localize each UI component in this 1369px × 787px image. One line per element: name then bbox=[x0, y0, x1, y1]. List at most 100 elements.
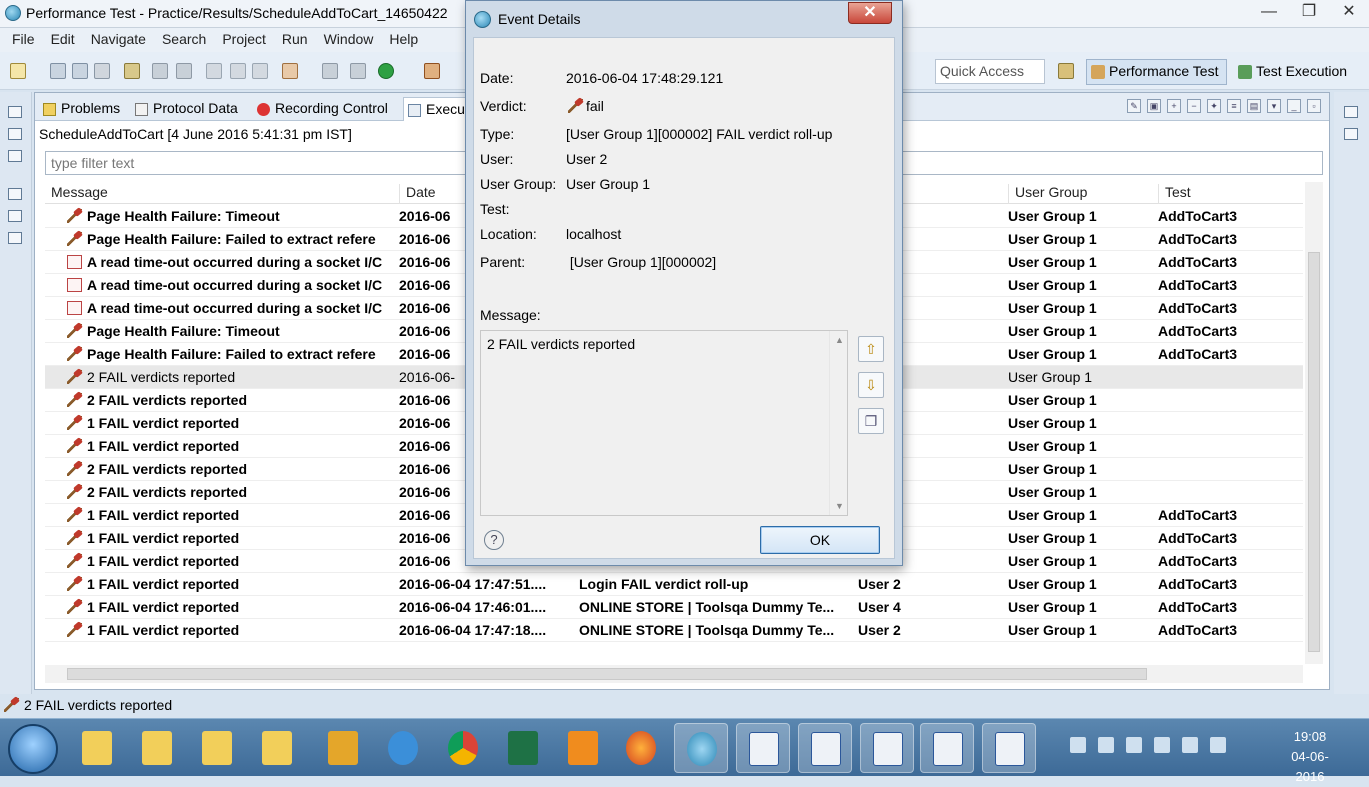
collapse-all-icon[interactable]: − bbox=[1187, 99, 1201, 113]
restore-icon[interactable] bbox=[8, 188, 22, 200]
previous-event-button[interactable]: ⇧ bbox=[858, 336, 884, 362]
view-icon[interactable] bbox=[8, 128, 22, 140]
taskbar-word-5[interactable] bbox=[982, 723, 1036, 773]
tab-execution[interactable]: Execu bbox=[403, 97, 467, 121]
export-icon[interactable]: ▤ bbox=[1247, 99, 1261, 113]
stop-icon[interactable] bbox=[176, 63, 192, 79]
taskbar-excel[interactable] bbox=[496, 723, 550, 773]
clock[interactable]: 19:08 04-06-2016 bbox=[1280, 727, 1340, 787]
layout-icon[interactable]: ≡ bbox=[1227, 99, 1241, 113]
action-center-icon[interactable] bbox=[1126, 737, 1142, 753]
menu-navigate[interactable]: Navigate bbox=[83, 28, 154, 52]
start-button[interactable] bbox=[8, 724, 58, 774]
table-row[interactable]: 1 FAIL verdict reported 2016-06-04 17:47:… bbox=[45, 573, 1303, 596]
maximize-button[interactable]: ❐ bbox=[1289, 0, 1329, 24]
taskbar-folder[interactable] bbox=[70, 723, 124, 773]
view-menu-icon[interactable]: ▾ bbox=[1267, 99, 1281, 113]
taskbar-ie[interactable] bbox=[376, 723, 430, 773]
next-event-button[interactable]: ⇩ bbox=[858, 372, 884, 398]
filter-icon[interactable]: ✦ bbox=[1207, 99, 1221, 113]
save-all-icon[interactable] bbox=[72, 63, 88, 79]
taskbar-firefox[interactable] bbox=[614, 723, 668, 773]
restore-icon[interactable] bbox=[8, 106, 22, 118]
taskbar-word-1[interactable] bbox=[736, 723, 790, 773]
copy-button[interactable]: ❐ bbox=[858, 408, 884, 434]
save-icon[interactable] bbox=[50, 63, 66, 79]
message-textarea[interactable]: 2 FAIL verdicts reported ▲ ▼ bbox=[480, 330, 848, 516]
view-icon[interactable] bbox=[8, 210, 22, 222]
scroll-thumb[interactable] bbox=[1308, 252, 1320, 652]
quick-access-input[interactable]: Quick Access bbox=[935, 59, 1045, 84]
menu-edit[interactable]: Edit bbox=[43, 28, 83, 52]
unlink-icon[interactable] bbox=[350, 63, 366, 79]
scroll-down-icon[interactable]: ▼ bbox=[835, 501, 844, 511]
volume-icon[interactable] bbox=[1182, 737, 1198, 753]
schedule-icon[interactable] bbox=[124, 63, 140, 79]
battery-icon[interactable] bbox=[1154, 737, 1170, 753]
menu-file[interactable]: File bbox=[4, 28, 43, 52]
tab-recording-control[interactable]: Recording Control bbox=[253, 97, 403, 121]
step-into-icon[interactable] bbox=[230, 63, 246, 79]
menu-window[interactable]: Window bbox=[316, 28, 382, 52]
scroll-thumb[interactable] bbox=[67, 668, 1147, 680]
tab-problems[interactable]: Problems bbox=[39, 97, 131, 121]
taskbar-winamp[interactable] bbox=[316, 723, 370, 773]
scroll-up-icon[interactable]: ▲ bbox=[835, 335, 844, 345]
column-user-group[interactable]: User Group bbox=[1008, 184, 1158, 204]
table-row[interactable]: 1 FAIL verdict reported 2016-06-04 17:47:… bbox=[45, 619, 1303, 642]
avast-icon[interactable] bbox=[1210, 737, 1226, 753]
taskbar-word-2[interactable] bbox=[798, 723, 852, 773]
show-hidden-icons-icon[interactable] bbox=[1070, 737, 1086, 753]
debug-icon[interactable] bbox=[424, 63, 440, 79]
verdict-icon bbox=[4, 698, 19, 712]
menu-project[interactable]: Project bbox=[214, 28, 274, 52]
table-row[interactable]: 1 FAIL verdict reported 2016-06-04 17:46:… bbox=[45, 596, 1303, 619]
open-perspective-icon[interactable] bbox=[1058, 63, 1074, 79]
column-message[interactable]: Message bbox=[45, 184, 399, 204]
message-scrollbar[interactable]: ▲ ▼ bbox=[829, 331, 847, 515]
expand-all-icon[interactable]: + bbox=[1167, 99, 1181, 113]
minimize-view-icon[interactable]: _ bbox=[1287, 99, 1301, 113]
run-icon[interactable] bbox=[378, 63, 394, 79]
minimize-button[interactable]: — bbox=[1249, 0, 1289, 24]
horizontal-scrollbar[interactable] bbox=[45, 665, 1303, 683]
taskbar-folder[interactable] bbox=[190, 723, 244, 773]
perspective-test-execution[interactable]: Test Execution bbox=[1233, 59, 1356, 85]
tools-icon[interactable] bbox=[282, 63, 298, 79]
view-icon[interactable] bbox=[1344, 128, 1358, 140]
step-icon[interactable] bbox=[206, 63, 222, 79]
log-title: ScheduleAddToCart [4 June 2016 5:41:31 p… bbox=[39, 126, 352, 142]
tab-protocol-data[interactable]: Protocol Data bbox=[131, 97, 253, 121]
vertical-scrollbar[interactable] bbox=[1305, 182, 1323, 664]
view-icon[interactable] bbox=[8, 232, 22, 244]
close-button[interactable]: ✕ bbox=[1329, 0, 1369, 24]
menu-help[interactable]: Help bbox=[381, 28, 426, 52]
network-icon[interactable] bbox=[1098, 737, 1114, 753]
taskbar-downloads[interactable] bbox=[130, 723, 184, 773]
clear-icon[interactable]: ✎ bbox=[1127, 99, 1141, 113]
menu-run[interactable]: Run bbox=[274, 28, 316, 52]
menu-search[interactable]: Search bbox=[154, 28, 214, 52]
maximize-view-icon[interactable]: ▫ bbox=[1307, 99, 1321, 113]
taskbar-chrome[interactable] bbox=[436, 723, 490, 773]
ok-button[interactable]: OK bbox=[760, 526, 880, 554]
restore-icon[interactable] bbox=[1344, 106, 1358, 118]
view-icon[interactable] bbox=[8, 150, 22, 162]
lock-icon[interactable]: ▣ bbox=[1147, 99, 1161, 113]
column-test[interactable]: Test bbox=[1158, 184, 1303, 204]
taskbar-word-4[interactable] bbox=[920, 723, 974, 773]
taskbar-rpt[interactable] bbox=[674, 723, 728, 773]
message-label: Message: bbox=[480, 307, 541, 323]
print-icon[interactable] bbox=[94, 63, 110, 79]
verdict-value: fail bbox=[566, 98, 604, 114]
perspective-performance-test[interactable]: Performance Test bbox=[1086, 59, 1228, 85]
dialog-close-button[interactable]: ✕ bbox=[848, 2, 892, 24]
new-icon[interactable] bbox=[10, 63, 26, 79]
taskbar-vlc[interactable] bbox=[556, 723, 610, 773]
step-over-icon[interactable] bbox=[252, 63, 268, 79]
taskbar-word-3[interactable] bbox=[860, 723, 914, 773]
help-button[interactable]: ? bbox=[484, 530, 504, 550]
taskbar-folder[interactable] bbox=[250, 723, 304, 773]
record-icon[interactable] bbox=[152, 63, 168, 79]
link-icon[interactable] bbox=[322, 63, 338, 79]
